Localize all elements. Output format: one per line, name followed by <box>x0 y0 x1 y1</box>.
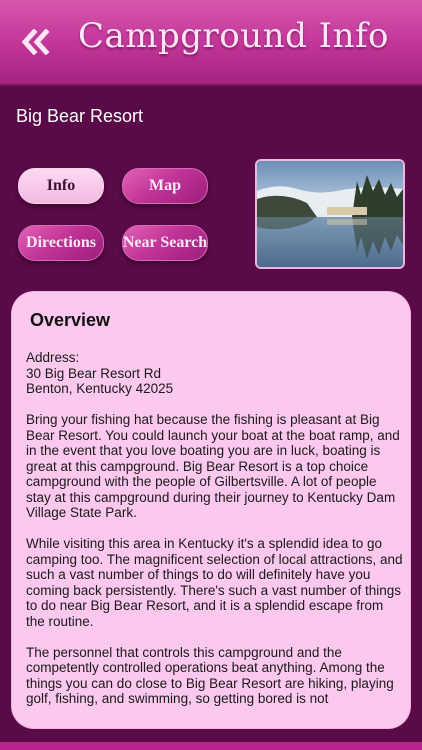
overview-paragraph: The personnel that controls this campgro… <box>26 644 394 707</box>
bottom-bar <box>0 742 422 750</box>
near-search-button[interactable]: Near Search <box>122 225 208 261</box>
back-button[interactable] <box>18 26 54 58</box>
header-bar: Campground Info <box>0 0 422 86</box>
directions-button[interactable]: Directions <box>18 225 104 261</box>
overview-paragraph: While visiting this area in Kentucky it'… <box>26 536 403 629</box>
overview-text[interactable]: Address: 30 Big Bear Resort Rd Benton, K… <box>26 350 404 722</box>
info-button[interactable]: Info <box>18 168 104 204</box>
address-line-2: Benton, Kentucky 42025 <box>26 381 174 396</box>
lake-photo-image <box>257 161 403 267</box>
overview-paragraph: Bring your fishing hat because the fishi… <box>26 412 400 520</box>
resort-name: Big Bear Resort <box>16 106 144 126</box>
campground-photo[interactable] <box>255 159 405 269</box>
page-title: Campground Info <box>78 16 390 56</box>
map-button[interactable]: Map <box>122 168 208 204</box>
double-chevron-left-icon <box>21 29 50 55</box>
address-line-1: 30 Big Bear Resort Rd <box>26 365 162 381</box>
overview-panel: Overview Address: 30 Big Bear Resort Rd … <box>12 292 410 728</box>
address-label: Address: <box>26 350 80 365</box>
overview-title: Overview <box>30 310 111 330</box>
